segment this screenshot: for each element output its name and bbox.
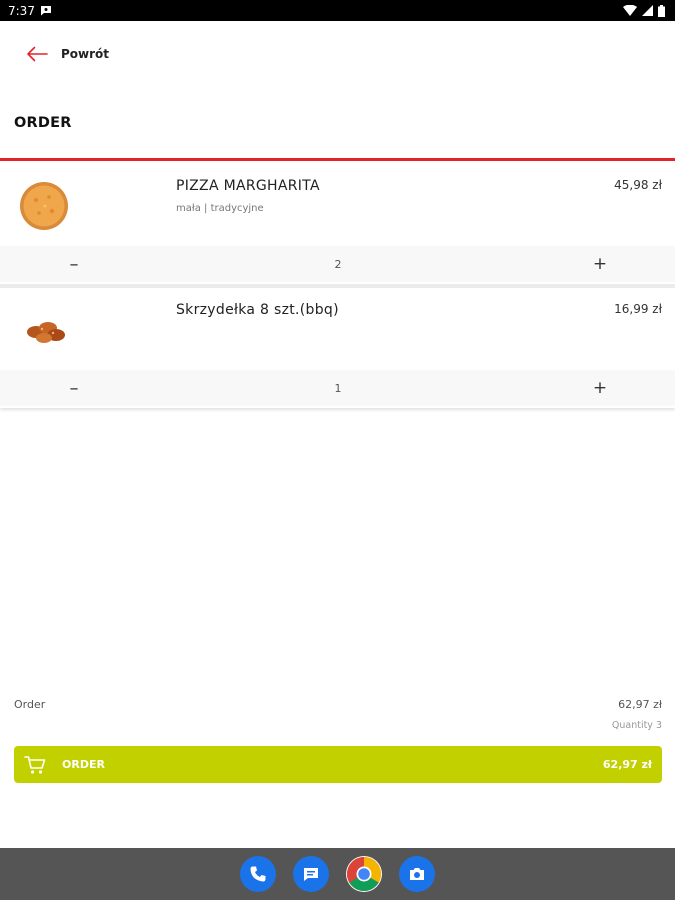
phone-icon[interactable] xyxy=(240,856,276,892)
item-description: mała | tradycyjne xyxy=(176,203,264,214)
pizza-image xyxy=(20,182,68,230)
cart-item: Skrzydełka 8 szt.(bbq) 16,99 zł – 1 + xyxy=(0,288,675,408)
order-button[interactable]: ORDER 62,97 zł xyxy=(14,746,662,783)
cart-icon xyxy=(24,755,46,775)
messages-icon[interactable] xyxy=(293,856,329,892)
summary-label: Order xyxy=(14,698,46,711)
decrease-quantity-button[interactable]: – xyxy=(66,254,82,275)
top-bar: Powrót xyxy=(0,21,675,87)
item-price: 16,99 zł xyxy=(614,302,662,316)
quantity-value: 2 xyxy=(334,257,342,271)
status-time: 7:37 xyxy=(8,3,35,18)
item-name: PIZZA MARGHARITA xyxy=(176,178,320,194)
camera-icon[interactable] xyxy=(399,856,435,892)
page-title: ORDER xyxy=(14,115,72,131)
back-arrow-icon[interactable] xyxy=(26,45,48,63)
wifi-icon xyxy=(623,5,637,16)
chicken-wings-image xyxy=(27,322,65,343)
quantity-value: 1 xyxy=(334,381,342,395)
accent-divider xyxy=(0,158,675,161)
quantity-stepper: – 2 + xyxy=(0,246,675,282)
order-button-total: 62,97 zł xyxy=(602,758,652,771)
signal-icon xyxy=(642,5,653,16)
item-name: Skrzydełka 8 szt.(bbq) xyxy=(176,302,339,318)
quantity-stepper: – 1 + xyxy=(0,370,675,406)
cart-item: PIZZA MARGHARITA mała | tradycyjne 45,98… xyxy=(0,162,675,284)
increase-quantity-button[interactable]: + xyxy=(592,378,608,398)
title-area: ORDER xyxy=(0,87,675,159)
back-link[interactable]: Powrót xyxy=(61,47,109,61)
navigation-dock xyxy=(0,848,675,900)
summary-quantity: Quantity 3 xyxy=(611,720,662,731)
decrease-quantity-button[interactable]: – xyxy=(66,378,82,399)
increase-quantity-button[interactable]: + xyxy=(592,254,608,274)
chrome-icon[interactable] xyxy=(346,856,382,892)
status-bar: 7:37 xyxy=(0,0,675,21)
item-price: 45,98 zł xyxy=(614,178,662,192)
notification-icon xyxy=(40,6,51,16)
battery-icon xyxy=(658,4,665,17)
order-button-label: ORDER xyxy=(62,758,105,771)
summary-total: 62,97 zł xyxy=(618,698,662,711)
